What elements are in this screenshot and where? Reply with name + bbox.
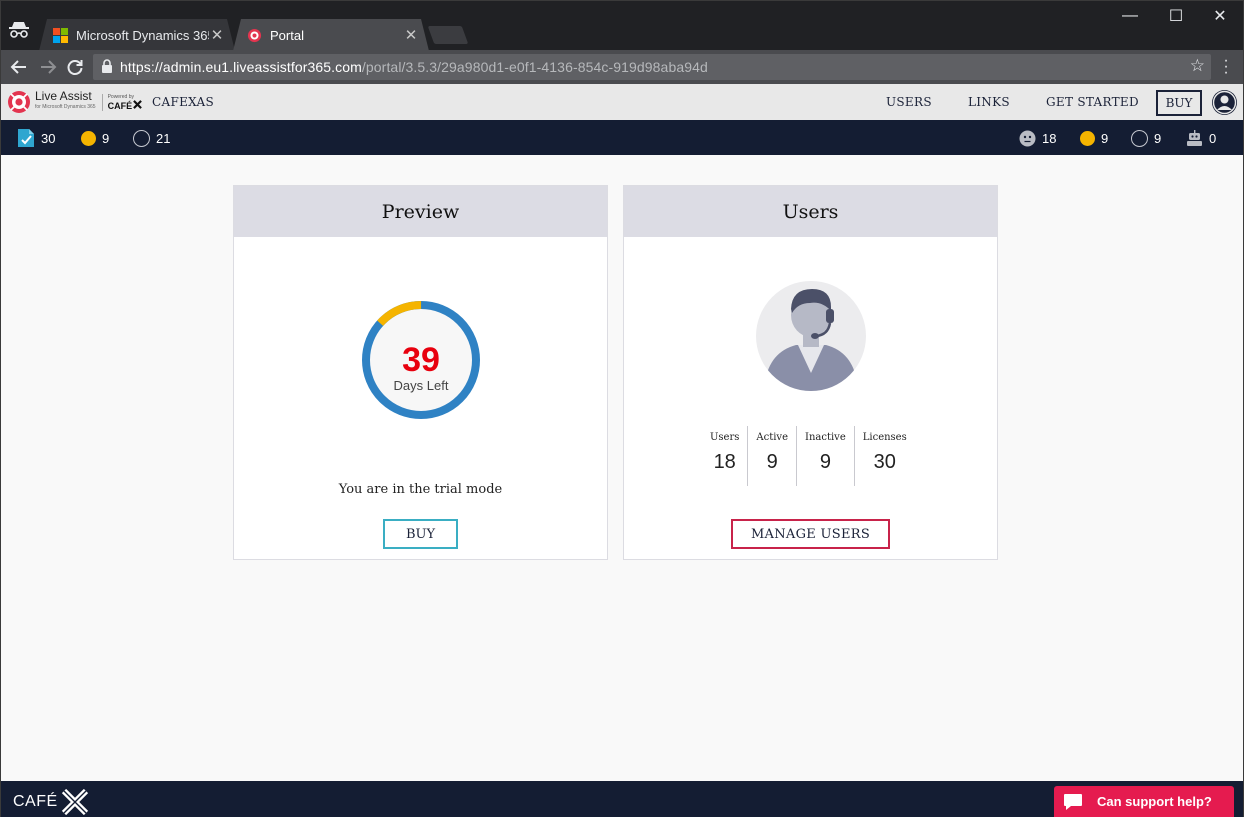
users-count-value: 18	[1042, 130, 1057, 146]
user-stats: Users 18 Active 9 Inactive 9 Licenses 30	[702, 426, 915, 486]
buy-button[interactable]: BUY	[383, 519, 458, 549]
url-host: https://admin.eu1.liveassistfor365.com	[120, 59, 362, 75]
stat-label: Inactive	[805, 432, 846, 443]
inactive-dot-icon	[133, 129, 150, 147]
support-chat-button[interactable]: Can support help?	[1054, 786, 1234, 817]
cafex-x-icon	[61, 789, 88, 815]
inactive-dot-icon	[1131, 129, 1148, 147]
tab-dynamics[interactable]: Microsoft Dynamics 365 ✕	[39, 19, 235, 51]
powered-by-label: Powered by	[107, 93, 134, 100]
maximize-button[interactable]: ☐	[1153, 1, 1199, 31]
footer: CAFÉ Can support help?	[0, 781, 1244, 817]
liveassist-logo[interactable]: Live Assist for Microsoft Dynamics 365 P…	[7, 89, 143, 114]
license-count-value: 30	[41, 130, 56, 146]
close-window-button[interactable]: ✕	[1197, 1, 1243, 31]
stat-inactive: Inactive 9	[796, 426, 854, 486]
stat-value: 30	[873, 451, 896, 473]
days-left-label: Days Left	[393, 378, 449, 393]
logo-title: Live Assist	[35, 89, 92, 103]
stat-value: 9	[819, 451, 831, 473]
stat-value: 18	[713, 451, 736, 473]
users-active-value: 9	[1101, 130, 1109, 146]
main-content: Preview 39 Days Left You are in the tria…	[0, 155, 1244, 781]
star-icon[interactable]: ☆	[1190, 56, 1205, 76]
chat-bubble-icon	[1064, 793, 1082, 810]
users-card: Users Users 18 Active 9 Inactive 9 Licen…	[623, 185, 998, 560]
browser-titlebar: Microsoft Dynamics 365 ✕ Portal ✕ — ☐ ✕	[0, 0, 1244, 50]
footer-brand: CAFÉ	[13, 793, 58, 810]
stat-label: Users	[710, 432, 740, 443]
tab-close-icon[interactable]: ✕	[403, 26, 419, 44]
trial-mode-text: You are in the trial mode	[338, 482, 503, 497]
account-avatar-icon[interactable]	[1212, 90, 1237, 115]
nav-users[interactable]: USERS	[886, 95, 932, 109]
liveassist-favicon-icon	[247, 28, 262, 43]
minimize-button[interactable]: —	[1107, 1, 1153, 31]
tab-title: Portal	[270, 27, 304, 43]
preview-card: Preview 39 Days Left You are in the tria…	[233, 185, 608, 560]
agent-avatar-icon	[756, 281, 866, 391]
bots-count-value: 0	[1209, 130, 1217, 146]
preview-title: Preview	[234, 186, 607, 237]
robot-icon	[1187, 130, 1202, 146]
microsoft-logo-icon	[53, 28, 68, 43]
status-bar: 30 9 21 18 9 9 0	[0, 120, 1244, 155]
cafex-logo: CAFÉ	[13, 789, 89, 815]
address-bar[interactable]: https://admin.eu1.liveassistfor365.com/p…	[93, 54, 1211, 80]
tab-close-icon[interactable]: ✕	[209, 26, 225, 44]
tab-portal[interactable]: Portal ✕	[233, 19, 429, 51]
manage-users-button[interactable]: MANAGE USERS	[731, 519, 890, 549]
org-name: CAFEXAS	[152, 95, 215, 109]
active-dot-icon	[81, 130, 96, 146]
url-text: https://admin.eu1.liveassistfor365.com/p…	[120, 59, 708, 75]
inactive-count: 21	[133, 129, 170, 147]
license-doc-icon	[18, 129, 34, 147]
browser-toolbar: https://admin.eu1.liveassistfor365.com/p…	[0, 50, 1244, 84]
logo-text: Live Assist for Microsoft Dynamics 365	[35, 89, 96, 113]
active-dot-icon	[1080, 130, 1095, 146]
back-arrow-icon[interactable]	[7, 55, 31, 79]
bots-count: 0	[1186, 129, 1216, 147]
users-inactive-value: 9	[1154, 130, 1162, 146]
stat-active: Active 9	[747, 426, 796, 486]
user-face-icon	[1019, 130, 1036, 146]
incognito-icon	[9, 22, 29, 38]
users-count: 18	[1019, 129, 1056, 147]
forward-arrow-icon[interactable]	[36, 55, 60, 79]
support-label: Can support help?	[1097, 794, 1212, 809]
menu-icon[interactable]: · · ·	[1219, 53, 1233, 81]
active-count-value: 9	[102, 130, 110, 146]
new-tab-button[interactable]	[427, 26, 469, 44]
license-count: 30	[17, 129, 55, 147]
inactive-count-value: 21	[156, 130, 171, 146]
stat-licenses: Licenses 30	[853, 426, 915, 486]
stat-label: Licenses	[862, 432, 907, 443]
lock-icon	[102, 59, 112, 73]
nav-get-started[interactable]: GET STARTED	[1046, 95, 1139, 109]
app-header: Live Assist for Microsoft Dynamics 365 P…	[0, 84, 1244, 120]
liveassist-logo-icon	[8, 91, 30, 113]
tab-title: Microsoft Dynamics 365	[76, 27, 209, 43]
stat-users: Users 18	[702, 426, 747, 486]
reload-icon[interactable]	[63, 55, 87, 79]
powered-by: Powered by CAFÉ	[101, 93, 143, 111]
cafex-x-icon	[133, 99, 143, 109]
logo-subtitle: for Microsoft Dynamics 365	[35, 104, 96, 110]
powered-by-brand: CAFÉ	[107, 100, 133, 111]
url-path: /portal/3.5.3/29a980d1-e0f1-4136-854c-91…	[361, 59, 708, 75]
stat-value: 9	[766, 451, 778, 473]
buy-button[interactable]: BUY	[1156, 90, 1202, 116]
days-left-value: 39	[402, 341, 440, 379]
users-inactive-count: 9	[1131, 129, 1161, 147]
stat-label: Active	[756, 432, 788, 443]
active-count: 9	[81, 129, 109, 147]
users-active-count: 9	[1080, 129, 1108, 147]
nav-links[interactable]: LINKS	[968, 95, 1010, 109]
users-title: Users	[624, 186, 997, 237]
